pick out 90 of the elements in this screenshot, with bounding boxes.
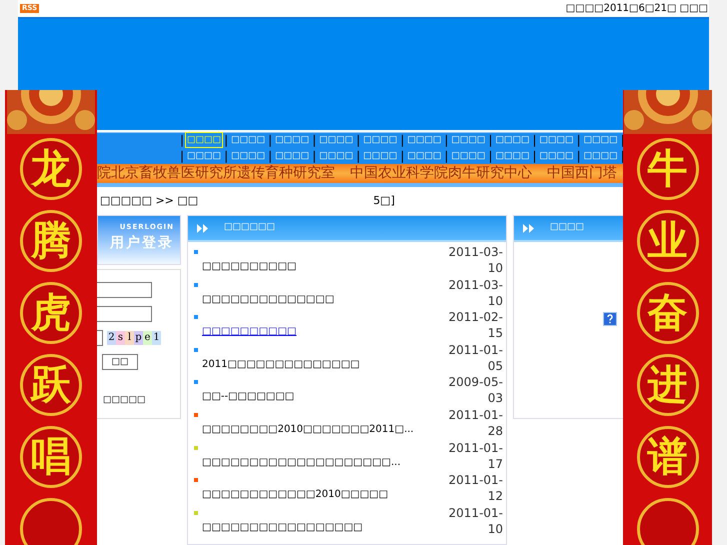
nav-separator: | <box>620 133 626 148</box>
nav-separator: | <box>399 133 406 148</box>
couplet-character: 龙 <box>20 138 82 200</box>
couplet-character: 虎 <box>20 282 82 344</box>
nav-link[interactable]: □□□□ <box>538 148 575 163</box>
news-date: 2011-02-15 <box>448 309 503 342</box>
login-title: 用户登录 <box>110 234 174 253</box>
nav-link[interactable]: □□□□ <box>450 133 486 148</box>
captcha-field[interactable] <box>97 330 103 346</box>
help-icon[interactable] <box>603 312 617 326</box>
nav-separator: | <box>267 133 274 148</box>
news-title[interactable]: □□□□□□□□□□□□□□□□□□□□... <box>202 454 401 470</box>
nav-separator: | <box>487 148 494 163</box>
nav-separator: | <box>443 133 450 148</box>
nav-separator: | <box>532 133 538 148</box>
double-arrow-icon <box>523 224 534 233</box>
nav-separator: | <box>311 133 318 148</box>
nav-separator: | <box>487 133 494 148</box>
nav-link[interactable]: □□□□ <box>538 133 575 148</box>
couplet-character: 腾 <box>20 210 82 272</box>
nav-link[interactable]: □□□□ <box>186 148 222 163</box>
couplet-character: 业 <box>636 210 698 272</box>
nav-link[interactable]: □□□□ <box>450 148 486 163</box>
news-date: 2011-01-05 <box>448 342 503 374</box>
nav-separator: | <box>179 148 186 163</box>
nav-separator: | <box>179 133 186 148</box>
nav-separator: | <box>223 133 230 148</box>
couplet-character: 唱 <box>20 426 82 488</box>
medallion-drawing <box>20 498 82 545</box>
couplet-character: 牛 <box>636 138 698 200</box>
marquee-text: 中国西门塔 <box>547 164 617 183</box>
nav-link[interactable]: □□□□ <box>186 133 222 148</box>
medallion-drawing <box>636 498 698 545</box>
nav-link[interactable]: □□□□ <box>318 133 354 148</box>
nav-separator: | <box>355 133 362 148</box>
nav-separator: | <box>355 148 362 163</box>
nav-separator: | <box>443 148 450 163</box>
login-button[interactable]: □□ <box>102 354 138 370</box>
breadcrumb-text: 5□] <box>373 192 395 209</box>
nav-link[interactable]: □□□□ <box>582 133 619 148</box>
nav-link[interactable]: □□□□ <box>494 148 530 163</box>
news-title[interactable]: □□□□□□□□□□ <box>202 324 296 340</box>
news-title[interactable]: □□□□□□□□2010□□□□□□□2011□... <box>202 422 414 437</box>
panel-title: □□□□□□ <box>224 221 276 234</box>
username-field[interactable] <box>97 282 152 298</box>
nav-separator: | <box>223 148 230 163</box>
couplet-character: 奋 <box>636 282 698 344</box>
news-title[interactable]: □□□□□□□□□□ <box>202 259 296 274</box>
nav-link[interactable]: □□□□ <box>274 133 310 148</box>
nav-separator: | <box>267 148 274 163</box>
news-date: 2011-01-10 <box>448 504 503 537</box>
nav-separator: | <box>532 148 538 163</box>
marquee-text: 中国农业科学院肉牛研究中心 <box>350 164 532 183</box>
nav-link[interactable]: □□□□ <box>406 133 442 148</box>
password-field[interactable] <box>97 306 152 322</box>
captcha-image: 2 s l p e 1 <box>107 331 161 346</box>
nav-separator: | <box>576 148 582 163</box>
panel-title: □□□□ <box>550 221 584 234</box>
nav-link[interactable]: □□□□ <box>362 133 398 148</box>
couplet-character: 跃 <box>20 354 82 416</box>
register-link[interactable]: □□□□□ <box>103 394 180 408</box>
date-text: □□□□2011□6□21□ □□□ <box>566 2 708 16</box>
news-date: 2009-05-03 <box>448 374 503 406</box>
couplet-character: 进 <box>636 354 698 416</box>
nav-separator: | <box>620 148 626 163</box>
nav-link[interactable]: □□□□ <box>494 133 530 148</box>
double-arrow-icon <box>197 224 208 233</box>
news-date: 2011-03-10 <box>448 276 503 309</box>
breadcrumb: □□□□□ >> □□ <box>100 192 198 209</box>
couplet-character: 谱 <box>636 426 698 488</box>
nav-link[interactable]: □□□□ <box>230 133 266 148</box>
news-title[interactable]: 2011□□□□□□□□□□□□□□ <box>202 356 360 372</box>
news-title[interactable]: □□□□□□□□□□□□□□□□□ <box>202 520 363 535</box>
nav-link[interactable]: □□□□ <box>406 148 442 163</box>
news-date: 2011-03-10 <box>448 244 503 276</box>
nav-separator: | <box>576 133 582 148</box>
nav-link[interactable]: □□□□ <box>274 148 310 163</box>
news-title[interactable]: □□□□□□□□□□□□□□ <box>202 292 334 307</box>
nav-link[interactable]: □□□□ <box>582 148 619 163</box>
marquee-text: 院北京畜牧兽医研究所遗传育种研究室 <box>97 164 335 183</box>
news-title[interactable]: □□--□□□□□□□ <box>202 389 294 404</box>
nav-link[interactable]: □□□□ <box>318 148 354 163</box>
news-date: 2011-01-17 <box>448 440 503 472</box>
nav-separator: | <box>399 148 406 163</box>
nav-link[interactable]: □□□□ <box>362 148 398 163</box>
nav-separator: | <box>311 148 318 163</box>
news-date: 2011-01-28 <box>448 406 503 439</box>
nav-link[interactable]: □□□□ <box>230 148 266 163</box>
news-date: 2011-01-12 <box>448 472 503 504</box>
news-title[interactable]: □□□□□□□□□□□□2010□□□□□ <box>202 487 388 502</box>
